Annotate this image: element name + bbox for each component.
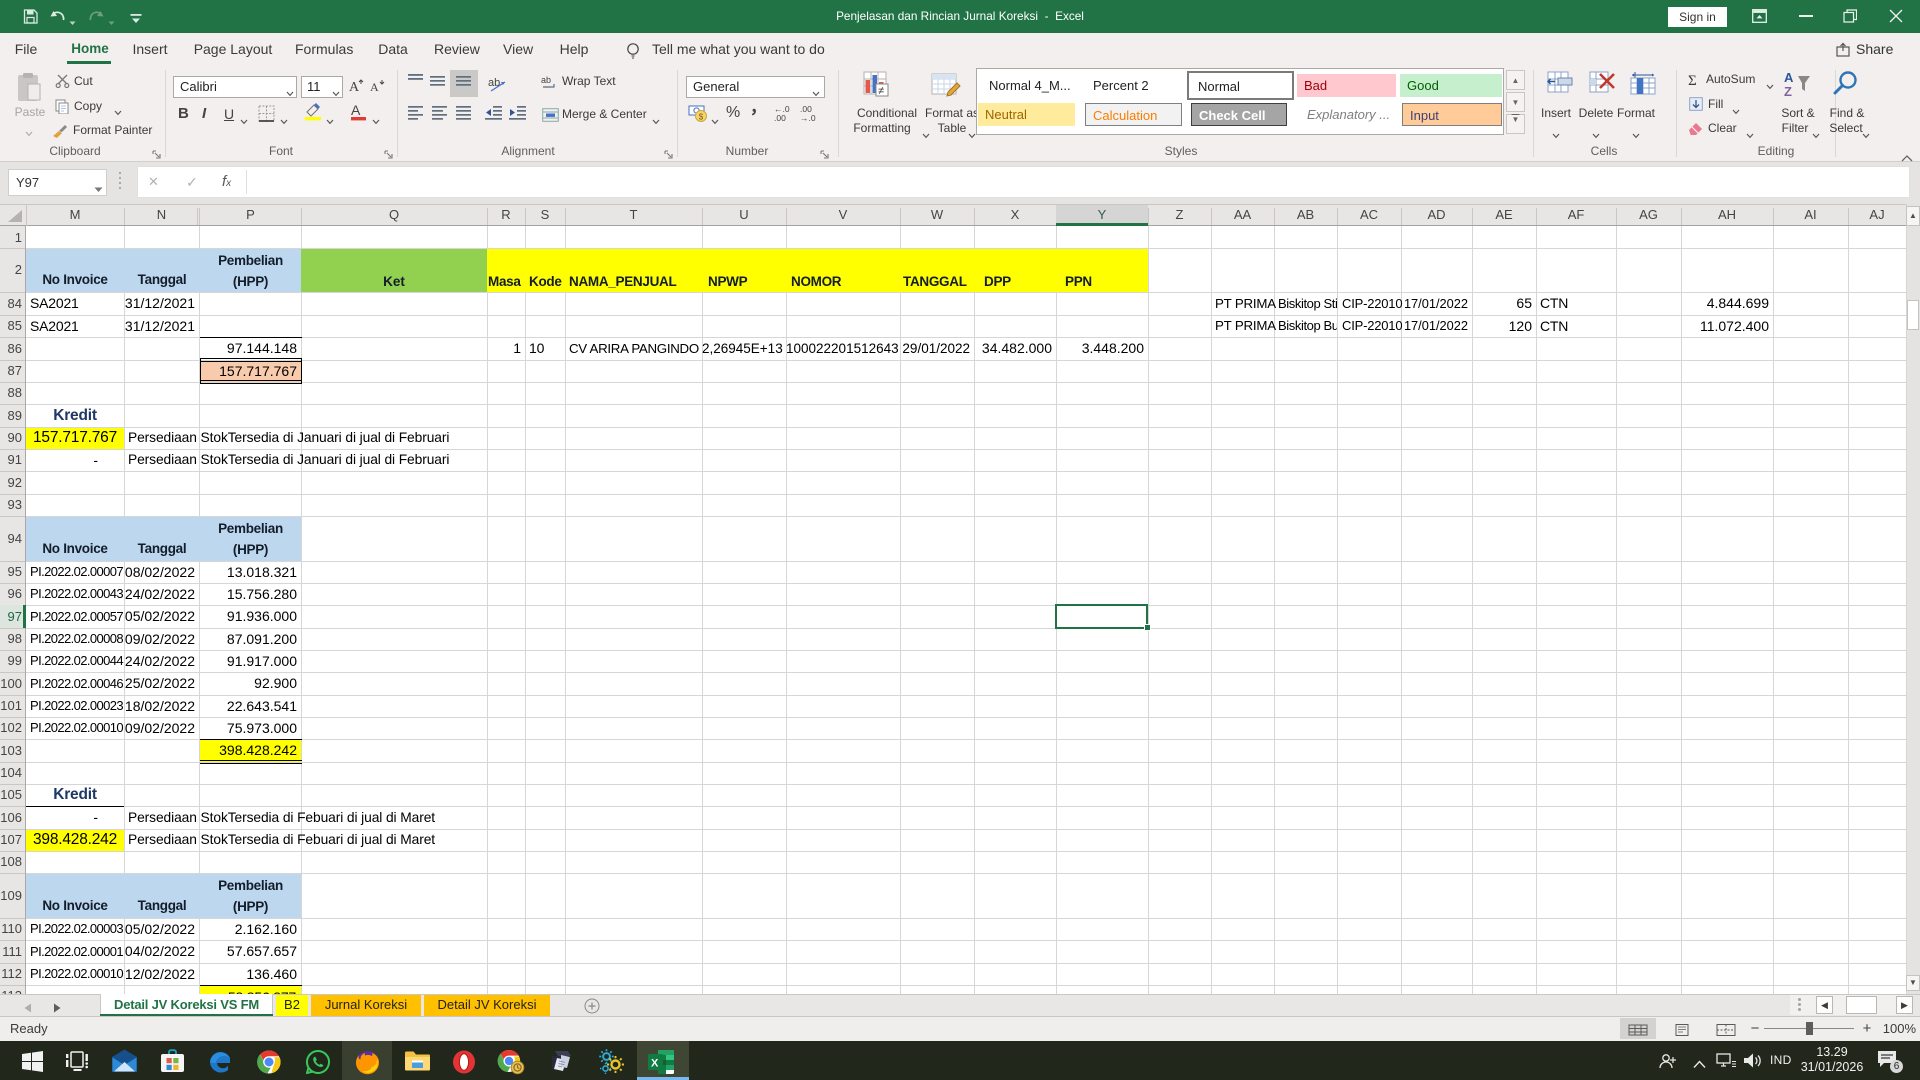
svg-text:→.0: →.0 (800, 113, 816, 122)
svg-text:X: X (651, 1058, 659, 1070)
svg-text:A: A (370, 80, 379, 94)
svg-text:.00: .00 (774, 113, 786, 122)
svg-text:ab: ab (541, 75, 551, 85)
svg-text:A: A (349, 80, 360, 94)
svg-text:Σ: Σ (1688, 73, 1697, 87)
svg-text:A: A (1784, 70, 1794, 85)
svg-text:≠: ≠ (878, 85, 884, 97)
svg-text:Z: Z (1784, 84, 1792, 99)
svg-text:ab: ab (488, 77, 500, 89)
svg-text:$: $ (699, 112, 704, 121)
svg-text:A: A (351, 102, 361, 118)
